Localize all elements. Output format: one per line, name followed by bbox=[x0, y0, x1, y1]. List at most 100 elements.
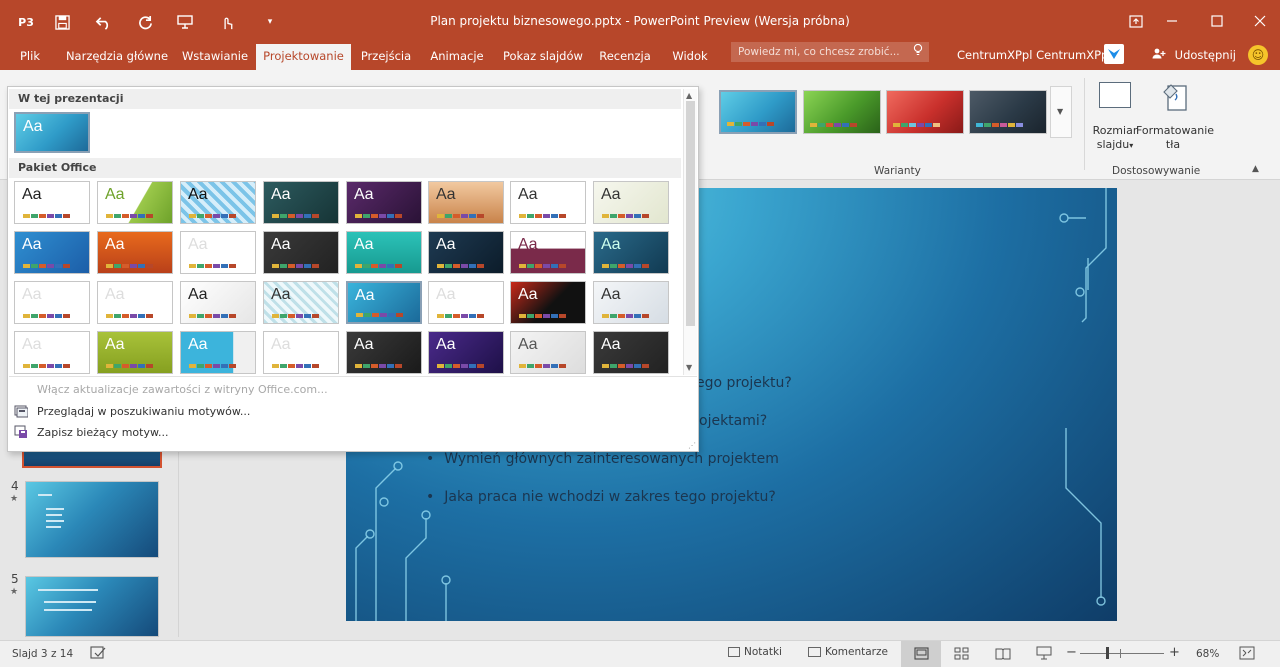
variant-4[interactable] bbox=[969, 90, 1047, 134]
zoom-slider-thumb[interactable] bbox=[1106, 647, 1109, 659]
theme-tile[interactable]: Aa bbox=[346, 231, 422, 274]
animation-star-icon: ★ bbox=[10, 494, 19, 504]
slideshow-icon[interactable] bbox=[1036, 646, 1052, 664]
slide-sorter-icon[interactable] bbox=[954, 647, 969, 663]
theme-tile[interactable]: Aa bbox=[14, 181, 90, 224]
theme-tile[interactable]: Aa bbox=[593, 181, 669, 224]
theme-tile[interactable]: Aa bbox=[593, 281, 669, 324]
theme-tile[interactable]: Aa bbox=[180, 181, 256, 224]
menu-browse-themes[interactable]: Przeglądaj w poszukiwaniu motywów... bbox=[37, 405, 250, 418]
theme-tile[interactable]: Aa bbox=[428, 181, 504, 224]
user-account-name[interactable]: CentrumXPpl CentrumXPpl bbox=[957, 48, 1112, 62]
slide-bullet-3[interactable]: • Wymień głównych zainteresowanych projek… bbox=[426, 451, 779, 467]
touch-mode-icon[interactable] bbox=[215, 10, 239, 34]
thumbnail-slide-5[interactable] bbox=[25, 576, 159, 637]
theme-current[interactable]: Aa bbox=[14, 112, 90, 153]
share-button[interactable]: Udostępnij bbox=[1152, 48, 1236, 62]
theme-glyph: Aa bbox=[436, 236, 456, 253]
theme-tile[interactable]: Aa bbox=[263, 231, 339, 274]
variant-3[interactable] bbox=[886, 90, 964, 134]
theme-tile[interactable]: Aa bbox=[428, 331, 504, 374]
notes-button[interactable]: Notatki bbox=[728, 646, 782, 658]
spell-check-icon[interactable] bbox=[90, 646, 106, 663]
theme-tile[interactable]: Aa bbox=[14, 231, 90, 274]
theme-tile[interactable]: Aa bbox=[97, 231, 173, 274]
theme-swatch bbox=[312, 314, 319, 318]
theme-tile[interactable]: Aa bbox=[180, 331, 256, 374]
thumbnail-slide-4[interactable] bbox=[25, 481, 159, 558]
slide-size-button[interactable]: Rozmiar slajdu▾ bbox=[1093, 80, 1137, 160]
variant-2[interactable] bbox=[803, 90, 881, 134]
variants-more-button[interactable]: ▼ bbox=[1050, 86, 1072, 138]
theme-tile[interactable]: Aa bbox=[510, 331, 586, 374]
tab-animacje[interactable]: Animacje bbox=[428, 44, 486, 70]
normal-view-button[interactable] bbox=[901, 641, 941, 667]
theme-tile[interactable]: Aa bbox=[593, 231, 669, 274]
minimize-icon[interactable] bbox=[1157, 8, 1187, 34]
tab-projektowanie[interactable]: Projektowanie bbox=[256, 44, 351, 70]
theme-tile[interactable]: Aa bbox=[510, 181, 586, 224]
theme-tile[interactable]: Aa bbox=[428, 281, 504, 324]
tab-widok[interactable]: Widok bbox=[667, 44, 713, 70]
zoom-out-button[interactable]: − bbox=[1066, 645, 1077, 660]
theme-swatch bbox=[469, 264, 476, 268]
feedback-smiley-icon[interactable]: ☺ bbox=[1248, 45, 1268, 65]
theme-tile[interactable]: Aa bbox=[510, 231, 586, 274]
tab-wstawianie[interactable]: Wstawianie bbox=[181, 44, 249, 70]
save-icon[interactable] bbox=[50, 10, 74, 34]
reading-view-icon[interactable] bbox=[995, 647, 1011, 663]
scroll-up-icon[interactable]: ▲ bbox=[686, 91, 692, 100]
theme-swatch bbox=[551, 214, 558, 218]
theme-tile[interactable]: Aa bbox=[263, 281, 339, 324]
theme-tile[interactable]: Aa bbox=[346, 181, 422, 224]
theme-tile[interactable]: Aa bbox=[180, 231, 256, 274]
slide-bullet-2[interactable]: ojektami? bbox=[699, 413, 767, 429]
ribbon-display-icon[interactable] bbox=[1121, 8, 1151, 34]
resize-grip-icon[interactable]: ⋰ bbox=[688, 441, 696, 450]
zoom-level[interactable]: 68% bbox=[1196, 648, 1219, 660]
slide-bullet-1[interactable]: ego projektu? bbox=[696, 375, 792, 391]
theme-swatch bbox=[371, 264, 378, 268]
theme-tile[interactable]: Aa bbox=[97, 331, 173, 374]
theme-tile[interactable]: Aa bbox=[263, 181, 339, 224]
scroll-thumb[interactable] bbox=[686, 101, 695, 326]
comments-button[interactable]: Komentarze bbox=[808, 646, 888, 658]
theme-tile[interactable]: Aa bbox=[346, 281, 422, 324]
menu-save-theme[interactable]: Zapisz bieżący motyw... bbox=[37, 426, 168, 439]
collapse-ribbon-icon[interactable]: ▲ bbox=[1252, 164, 1259, 174]
theme-tile[interactable]: Aa bbox=[97, 181, 173, 224]
tell-me-search[interactable]: Powiedz mi, co chcesz zrobić... bbox=[731, 42, 929, 62]
theme-tile[interactable]: Aa bbox=[510, 281, 586, 324]
redo-icon[interactable] bbox=[133, 10, 157, 34]
slide-bullet-4[interactable]: • Jaka praca nie wchodzi w zakres tego pr… bbox=[426, 489, 776, 505]
tab-przejscia[interactable]: Przejścia bbox=[360, 44, 412, 70]
theme-tile[interactable]: Aa bbox=[346, 331, 422, 374]
theme-tile[interactable]: Aa bbox=[180, 281, 256, 324]
zoom-in-button[interactable]: + bbox=[1169, 645, 1180, 660]
scroll-down-icon[interactable]: ▼ bbox=[686, 363, 692, 372]
theme-tile[interactable]: Aa bbox=[97, 281, 173, 324]
variant-1[interactable] bbox=[719, 90, 797, 134]
theme-tile[interactable]: Aa bbox=[428, 231, 504, 274]
tab-plik[interactable]: Plik bbox=[10, 44, 50, 70]
theme-tile[interactable]: Aa bbox=[593, 331, 669, 374]
format-background-button[interactable]: Formatowanie tła bbox=[1136, 80, 1214, 160]
customize-icon[interactable]: ▾ bbox=[258, 10, 282, 34]
tab-narzedzia-glowne[interactable]: Narzędzia główne bbox=[65, 44, 169, 70]
close-icon[interactable] bbox=[1245, 8, 1275, 34]
theme-tile[interactable]: Aa bbox=[14, 281, 90, 324]
theme-tile[interactable]: Aa bbox=[263, 331, 339, 374]
theme-swatch bbox=[535, 264, 542, 268]
undo-icon[interactable] bbox=[91, 10, 115, 34]
tab-recenzja[interactable]: Recenzja bbox=[598, 44, 652, 70]
fit-to-window-icon[interactable] bbox=[1239, 646, 1255, 664]
theme-tile[interactable]: Aa bbox=[14, 331, 90, 374]
themes-gallery-dropdown: W tej prezentacji Aa Pakiet Office Aa Aa A… bbox=[7, 86, 699, 452]
gallery-scrollbar[interactable]: ▲ ▼ bbox=[683, 89, 697, 375]
present-icon[interactable] bbox=[173, 10, 197, 34]
user-badge-icon[interactable] bbox=[1104, 44, 1124, 64]
zoom-slider-track[interactable] bbox=[1080, 653, 1164, 654]
tab-pokaz-slajdow[interactable]: Pokaz slajdów bbox=[503, 44, 583, 70]
maximize-icon[interactable] bbox=[1202, 8, 1232, 34]
theme-glyph: Aa bbox=[601, 236, 621, 253]
